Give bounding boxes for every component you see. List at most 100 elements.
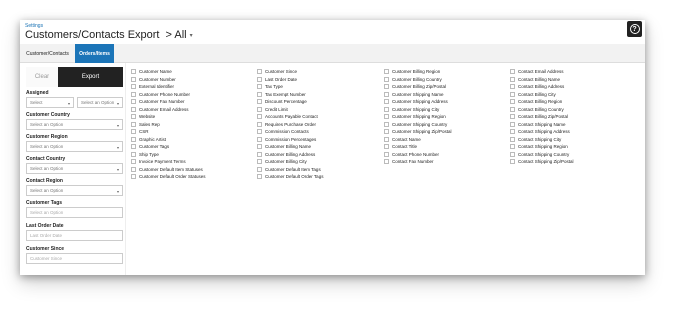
field-checkbox-item[interactable]: Contact Billing Zip/Postal <box>510 113 574 121</box>
field-checkbox-item[interactable]: Invoice Payment Terms <box>131 158 206 166</box>
field-checkbox-item[interactable]: Contact Billing City <box>510 91 574 99</box>
assigned-type-select[interactable]: Select ▾ <box>26 97 74 108</box>
contact-country-select[interactable]: Select an Option ▾ <box>26 163 123 174</box>
assigned-option-select[interactable]: Select an Option ▾ <box>77 97 123 108</box>
field-checkbox-item[interactable]: Website <box>131 113 206 121</box>
field-checkbox-item[interactable]: Customer Tags <box>131 143 206 151</box>
field-checkbox-item[interactable]: External Identifier <box>131 83 206 91</box>
checkbox[interactable] <box>257 174 262 180</box>
field-checkbox-item[interactable]: Contact Email Address <box>510 68 574 76</box>
field-checkbox-item[interactable]: Contact Billing Name <box>510 76 574 84</box>
checkbox[interactable] <box>131 99 136 105</box>
checkbox[interactable] <box>510 136 515 142</box>
field-checkbox-item[interactable]: Contact Billing Country <box>510 106 574 114</box>
checkbox[interactable] <box>510 114 515 120</box>
checkbox[interactable] <box>131 136 136 142</box>
checkbox[interactable] <box>510 129 515 135</box>
field-checkbox-item[interactable]: Customer Number <box>131 76 206 84</box>
checkbox[interactable] <box>131 114 136 120</box>
customer-since-input[interactable]: Customer Since <box>26 253 123 264</box>
checkbox[interactable] <box>257 69 262 75</box>
checkbox[interactable] <box>510 99 515 105</box>
field-checkbox-item[interactable]: Contact Shipping Address <box>510 128 574 136</box>
checkbox[interactable] <box>510 84 515 90</box>
checkbox[interactable] <box>384 151 389 157</box>
field-checkbox-item[interactable]: Customer Shipping Region <box>384 113 452 121</box>
field-checkbox-item[interactable]: Contact Shipping City <box>510 136 574 144</box>
field-checkbox-item[interactable]: Customer Shipping Address <box>384 98 452 106</box>
field-checkbox-item[interactable]: Contact Title <box>384 143 452 151</box>
checkbox[interactable] <box>257 144 262 150</box>
field-checkbox-item[interactable]: Contact Fax Number <box>384 158 452 166</box>
checkbox[interactable] <box>384 99 389 105</box>
checkbox[interactable] <box>257 129 262 135</box>
checkbox[interactable] <box>131 84 136 90</box>
field-checkbox-item[interactable]: Customer Shipping Zip/Postal <box>384 128 452 136</box>
customer-tags-input[interactable]: Select an Option <box>26 207 123 218</box>
checkbox[interactable] <box>257 151 262 157</box>
checkbox[interactable] <box>257 166 262 172</box>
checkbox[interactable] <box>384 84 389 90</box>
field-checkbox-item[interactable]: Contact Shipping Zip/Postal <box>510 158 574 166</box>
field-checkbox-item[interactable]: Customer Shipping City <box>384 106 452 114</box>
field-checkbox-item[interactable]: Customer Billing Region <box>384 68 452 76</box>
checkbox[interactable] <box>510 91 515 97</box>
checkbox[interactable] <box>384 129 389 135</box>
last-order-date-input[interactable]: Last Order Date <box>26 230 123 241</box>
export-button[interactable]: Export <box>58 67 123 87</box>
customer-country-select[interactable]: Select an Option ▾ <box>26 119 123 130</box>
field-checkbox-item[interactable]: Contact Billing Address <box>510 83 574 91</box>
checkbox[interactable] <box>257 106 262 112</box>
checkbox[interactable] <box>384 136 389 142</box>
checkbox[interactable] <box>510 159 515 165</box>
checkbox[interactable] <box>257 99 262 105</box>
field-checkbox-item[interactable]: Contact Shipping Name <box>510 121 574 129</box>
field-checkbox-item[interactable]: Customer Phone Number <box>131 91 206 99</box>
field-checkbox-item[interactable]: Customer Billing Name <box>257 143 323 151</box>
field-checkbox-item[interactable]: Commission Contacts <box>257 128 323 136</box>
clear-button[interactable]: Clear <box>26 67 58 87</box>
checkbox[interactable] <box>384 91 389 97</box>
field-checkbox-item[interactable]: Customer Default Order Statuses <box>131 173 206 181</box>
customer-region-select[interactable]: Select an Option ▾ <box>26 141 123 152</box>
contact-region-select[interactable]: Select an Option ▾ <box>26 185 123 196</box>
checkbox[interactable] <box>510 151 515 157</box>
checkbox[interactable] <box>131 76 136 82</box>
help-button[interactable]: ? <box>627 21 642 37</box>
field-checkbox-item[interactable]: Customer Name <box>131 68 206 76</box>
checkbox[interactable] <box>131 121 136 127</box>
field-checkbox-item[interactable]: Credit Limit <box>257 106 323 114</box>
field-checkbox-item[interactable]: Customer Email Address <box>131 106 206 114</box>
field-checkbox-item[interactable]: Last Order Date <box>257 76 323 84</box>
checkbox[interactable] <box>384 76 389 82</box>
checkbox[interactable] <box>257 114 262 120</box>
field-checkbox-item[interactable]: Customer Billing Address <box>257 151 323 159</box>
checkbox[interactable] <box>384 144 389 150</box>
checkbox[interactable] <box>257 84 262 90</box>
field-checkbox-item[interactable]: Graphic Artist <box>131 136 206 144</box>
checkbox[interactable] <box>257 121 262 127</box>
field-checkbox-item[interactable]: Customer Shipping Country <box>384 121 452 129</box>
tab-orders-items[interactable]: Orders/Items <box>75 44 114 63</box>
checkbox[interactable] <box>131 129 136 135</box>
checkbox[interactable] <box>257 136 262 142</box>
checkbox[interactable] <box>384 106 389 112</box>
checkbox[interactable] <box>510 106 515 112</box>
field-checkbox-item[interactable]: Requires Purchase Order <box>257 121 323 129</box>
checkbox[interactable] <box>384 121 389 127</box>
field-checkbox-item[interactable]: Contact Name <box>384 136 452 144</box>
field-checkbox-item[interactable]: Customer Default Order Tags <box>257 173 323 181</box>
checkbox[interactable] <box>384 114 389 120</box>
field-checkbox-item[interactable]: Customer Since <box>257 68 323 76</box>
field-checkbox-item[interactable]: Discount Percentage <box>257 98 323 106</box>
field-checkbox-item[interactable]: Customer Shipping Name <box>384 91 452 99</box>
field-checkbox-item[interactable]: Tax Exempt Number <box>257 91 323 99</box>
field-checkbox-item[interactable]: Commission Percentages <box>257 136 323 144</box>
checkbox[interactable] <box>510 144 515 150</box>
field-checkbox-item[interactable]: Ship Type <box>131 151 206 159</box>
checkbox[interactable] <box>510 121 515 127</box>
field-checkbox-item[interactable]: Contact Phone Number <box>384 151 452 159</box>
field-checkbox-item[interactable]: Customer Billing City <box>257 158 323 166</box>
checkbox[interactable] <box>257 159 262 165</box>
checkbox[interactable] <box>257 91 262 97</box>
